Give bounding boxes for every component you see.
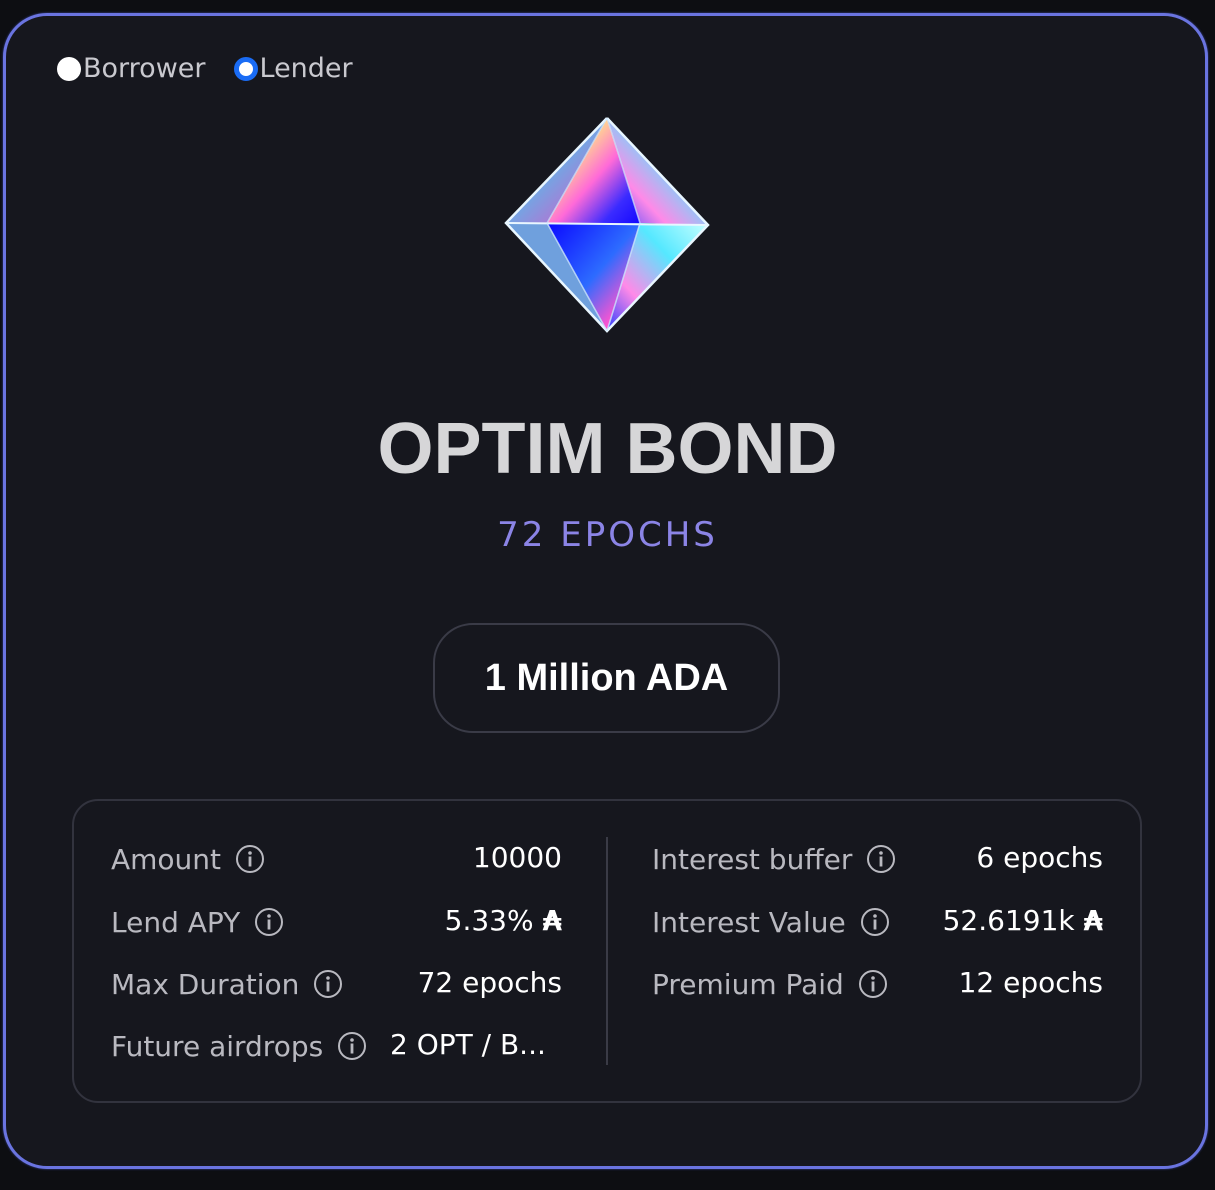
detail-row-max-duration: Max Duration bbox=[111, 964, 343, 1004]
detail-value-future-airdrops: 2 OPT / B... bbox=[390, 1028, 546, 1061]
detail-label: Interest Value bbox=[652, 905, 846, 939]
bond-amount-button[interactable]: 1 Million ADA bbox=[433, 623, 780, 733]
radio-option-lender[interactable]: Lender bbox=[233, 53, 353, 84]
detail-row-amount: Amount bbox=[111, 839, 265, 879]
detail-value-premium-paid: 12 epochs bbox=[958, 966, 1103, 999]
info-icon[interactable] bbox=[860, 907, 890, 937]
info-icon[interactable] bbox=[235, 844, 265, 874]
detail-row-interest-buffer: Interest buffer bbox=[652, 839, 896, 879]
detail-row-interest-value: Interest Value bbox=[652, 902, 890, 942]
detail-value-lend-apy: 5.33% ₳ bbox=[444, 904, 562, 937]
bond-title: OPTIM BOND bbox=[377, 409, 838, 489]
detail-row-future-airdrops: Future airdrops bbox=[111, 1026, 367, 1066]
detail-row-premium-paid: Premium Paid bbox=[652, 964, 888, 1004]
radio-label-borrower: Borrower bbox=[83, 53, 206, 84]
radio-option-borrower[interactable]: Borrower bbox=[57, 53, 206, 84]
detail-label: Max Duration bbox=[111, 967, 300, 1001]
info-icon[interactable] bbox=[337, 1031, 367, 1061]
detail-value-interest-buffer: 6 epochs bbox=[976, 841, 1103, 874]
detail-label: Lend APY bbox=[111, 905, 241, 939]
detail-label: Premium Paid bbox=[652, 967, 844, 1001]
info-icon[interactable] bbox=[254, 907, 284, 937]
radio-lender[interactable] bbox=[233, 56, 258, 81]
detail-value-max-duration: 72 epochs bbox=[417, 966, 562, 999]
detail-label: Future airdrops bbox=[111, 1029, 324, 1063]
detail-label: Interest buffer bbox=[652, 842, 853, 876]
detail-label: Amount bbox=[111, 842, 222, 876]
gem-logo-icon bbox=[504, 117, 710, 333]
detail-row-lend-apy: Lend APY bbox=[111, 902, 284, 942]
radio-borrower[interactable] bbox=[57, 56, 81, 81]
bond-details-panel: Amount 10000 Lend APY 5.33% ₳ Max Durati… bbox=[72, 799, 1142, 1103]
detail-value-interest-value: 52.6191k ₳ bbox=[942, 904, 1103, 937]
role-selector: Borrower Lender bbox=[57, 53, 353, 84]
ada-symbol: ₳ bbox=[1083, 904, 1103, 937]
detail-value-amount: 10000 bbox=[472, 841, 562, 874]
info-icon[interactable] bbox=[858, 969, 888, 999]
info-icon[interactable] bbox=[313, 969, 343, 999]
info-icon[interactable] bbox=[866, 844, 896, 874]
radio-label-lender: Lender bbox=[259, 53, 353, 84]
bond-duration-subtitle: 72 EPOCHS bbox=[497, 515, 718, 555]
ada-symbol: ₳ bbox=[542, 904, 562, 937]
column-divider bbox=[606, 837, 608, 1065]
